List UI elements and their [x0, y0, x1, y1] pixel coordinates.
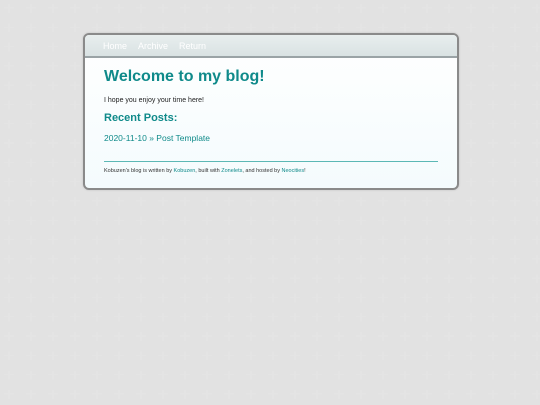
- footer-suffix: !: [304, 168, 306, 174]
- footer-author-link[interactable]: Kobuzen: [174, 168, 196, 174]
- page-title: Welcome to my blog!: [104, 68, 265, 85]
- nav-bar: Home Archive Return: [85, 35, 457, 58]
- footer-host-link[interactable]: Neocities: [282, 168, 305, 174]
- footer-prefix: Kobuzen's blog is written by: [104, 168, 174, 174]
- nav-archive-link[interactable]: Archive: [138, 41, 168, 51]
- main-content: Welcome to my blog! I hope you enjoy you…: [85, 58, 457, 174]
- footer-mid2: , and hosted by: [242, 168, 282, 174]
- footer: Kobuzen's blog is written by Kobuzen, bu…: [104, 168, 438, 174]
- footer-mid1: , built with: [195, 168, 222, 174]
- recent-posts-heading: Recent Posts:: [104, 112, 178, 124]
- nav-home-link[interactable]: Home: [103, 41, 127, 51]
- nav-return-link[interactable]: Return: [179, 41, 206, 51]
- footer-divider: [104, 161, 438, 162]
- blog-window: Home Archive Return Welcome to my blog! …: [83, 33, 459, 190]
- intro-text: I hope you enjoy your time here!: [104, 97, 205, 104]
- footer-tool-link[interactable]: Zonelets: [221, 168, 242, 174]
- post-link[interactable]: 2020-11-10 » Post Template: [104, 133, 438, 143]
